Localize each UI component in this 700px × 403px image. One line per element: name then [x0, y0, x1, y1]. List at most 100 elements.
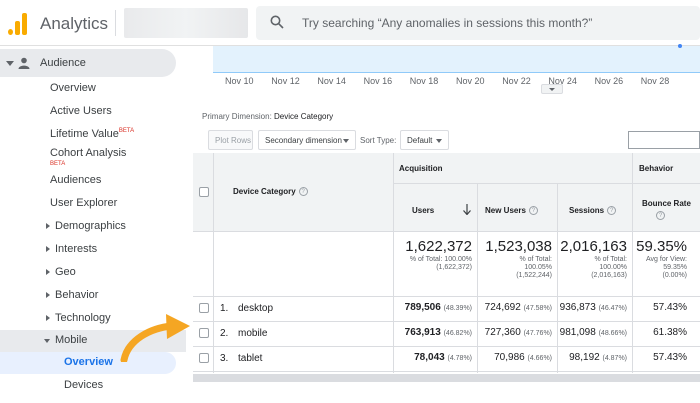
top-bar: Analytics Try searching “Any anomalies i… [0, 0, 700, 46]
sidebar-item-label: Interests [55, 243, 98, 255]
caret-right-icon [46, 246, 50, 252]
caret-right-icon [46, 292, 50, 298]
sidebar-item-overview[interactable]: Overview [0, 78, 186, 100]
x-axis-tick-label: Nov 22 [502, 76, 531, 86]
cell-bounce-rate: 61.38% [632, 321, 692, 346]
row-checkbox[interactable] [199, 303, 209, 313]
cell-value: 727,360 [484, 327, 521, 338]
analytics-logo-icon[interactable] [8, 13, 28, 35]
cell-users: 763,913 (46.82%) [393, 321, 477, 346]
row-dimension-link[interactable]: mobile [238, 328, 267, 339]
cell-percent: (46.47%) [598, 305, 627, 312]
x-axis-tick-label: Nov 14 [317, 76, 346, 86]
sidebar-item-cohort-analysis[interactable]: Cohort Analysis BETA [0, 145, 186, 171]
sidebar-item-label: User Explorer [50, 197, 118, 209]
sort-type-dropdown[interactable]: Default [400, 130, 449, 150]
cell-value: 724,692 [484, 302, 521, 313]
account-selector[interactable] [124, 8, 248, 38]
secondary-dimension-label: Secondary dimension [265, 136, 342, 145]
cell-percent: (46.82%) [443, 330, 472, 337]
row-checkbox[interactable] [199, 353, 209, 363]
row-checkbox[interactable] [199, 328, 209, 338]
cell-new-users: 727,360 (47.76%) [477, 321, 557, 346]
help-icon[interactable]: ? [528, 206, 538, 216]
total-detail: % of Total: 100.05% (1,522,244) [477, 256, 552, 280]
column-new-users-label: New Users [485, 206, 526, 215]
caret-right-icon [46, 315, 50, 321]
sidebar-item-label: Mobile [55, 334, 88, 346]
cell-percent: (4.87%) [602, 355, 627, 362]
help-icon[interactable]: ? [656, 211, 665, 221]
row-dimension-link[interactable]: tablet [238, 353, 262, 364]
total-detail: % of Total: 100.00% (2,016,163) [557, 256, 627, 280]
x-axis-tick-label: Nov 18 [409, 76, 439, 86]
total-detail-line: 59.35% [663, 264, 687, 271]
header-divider [393, 183, 700, 184]
table-filter-input[interactable] [628, 131, 700, 149]
cell-value: 789,506 [404, 302, 441, 313]
sidebar-item-active-users[interactable]: Active Users [0, 101, 186, 123]
total-detail-line: % of Total: [519, 256, 552, 263]
cell-value: 57.43% [653, 352, 687, 363]
group-header-behavior: Behavior [639, 164, 674, 173]
column-users[interactable]: Users [412, 206, 434, 215]
cell-value: 981,098 [559, 327, 596, 338]
help-icon[interactable]: ? [607, 206, 617, 216]
cell-new-users: 724,692 (47.58%) [477, 296, 557, 321]
primary-dimension-label: Primary Dimension: [202, 112, 272, 121]
cell-percent: (48.39%) [443, 305, 472, 312]
cell-percent: (4.78%) [447, 355, 472, 362]
sidebar-item-label: Cohort Analysis [50, 147, 127, 159]
total-users: 1,622,372 % of Total: 100.00% (1,622,372… [393, 231, 477, 296]
cell-bounce-rate: 57.43% [632, 346, 692, 371]
total-value: 1,622,372 [405, 238, 472, 255]
cell-sessions: 98,192 (4.87%) [557, 346, 632, 371]
sidebar-item-audience[interactable]: Audience [0, 49, 176, 77]
dimension-header[interactable]: Device Category? [233, 187, 308, 197]
column-sessions[interactable]: Sessions? [569, 206, 617, 216]
sidebar-item-label: Lifetime Value [50, 128, 119, 140]
horizontal-scrollbar[interactable] [193, 374, 700, 382]
table-row[interactable]: 1. desktop 789,506 (48.39%) 724,692 (47.… [193, 296, 700, 321]
report-content: Nov 10 Nov 12 Nov 14 Nov 16 Nov 18 Nov 20 Nov … [193, 44, 700, 403]
column-sessions-label: Sessions [569, 206, 605, 215]
header-divider [115, 10, 116, 36]
search-placeholder: Try searching “Any anomalies in sessions… [302, 16, 593, 30]
plot-rows-label: Plot Rows [215, 136, 252, 145]
search-bar[interactable]: Try searching “Any anomalies in sessions… [256, 6, 700, 40]
sidebar-item-geo[interactable]: Geo [0, 262, 186, 284]
sidebar-item-lifetime-value[interactable]: Lifetime ValueBETA [0, 124, 186, 146]
column-bounce-rate[interactable]: Bounce Rate? [642, 198, 696, 222]
cell-value: 98,192 [569, 352, 600, 363]
column-new-users[interactable]: New Users? [485, 206, 538, 216]
total-detail: Avg for View: 59.35% (0.00%) [632, 256, 687, 280]
sidebar-item-user-explorer[interactable]: User Explorer [0, 193, 186, 215]
plot-rows-button[interactable]: Plot Rows [208, 130, 253, 150]
caret-right-icon [46, 269, 50, 275]
total-new-users: 1,523,038 % of Total: 100.05% (1,522,244… [477, 231, 557, 296]
select-all-checkbox[interactable] [199, 187, 209, 197]
chevron-down-icon [343, 139, 349, 143]
sidebar-item-interests[interactable]: Interests [0, 239, 186, 261]
total-detail-line: % of Total: 100.00% [409, 256, 472, 263]
cell-value: 61.38% [653, 327, 687, 338]
table-row[interactable]: 3. tablet 78,043 (4.78%) 70,986 (4.66%) … [193, 346, 700, 371]
timeline-chart [213, 44, 700, 72]
cell-users: 789,506 (48.39%) [393, 296, 477, 321]
x-axis-tick-label: Nov 10 [225, 76, 254, 86]
secondary-dimension-dropdown[interactable]: Secondary dimension [258, 130, 356, 150]
chart-point[interactable] [678, 44, 682, 48]
help-icon[interactable]: ? [298, 187, 308, 197]
total-value: 1,523,038 [485, 238, 552, 255]
sort-arrow-down-icon[interactable] [463, 204, 471, 215]
total-detail-line: 100.00% [599, 264, 627, 271]
primary-dimension-value[interactable]: Device Category [274, 112, 333, 121]
chart-collapse-toggle[interactable] [541, 84, 563, 94]
search-icon [270, 15, 284, 29]
sidebar-item-audiences[interactable]: Audiences [0, 170, 186, 192]
row-dimension-link[interactable]: desktop [238, 303, 273, 314]
table-row[interactable]: 2. mobile 763,913 (46.82%) 727,360 (47.7… [193, 321, 700, 346]
sidebar-item-demographics[interactable]: Demographics [0, 216, 186, 238]
sidebar-item-devices[interactable]: Devices [0, 375, 186, 397]
cell-value: 70,986 [494, 352, 525, 363]
